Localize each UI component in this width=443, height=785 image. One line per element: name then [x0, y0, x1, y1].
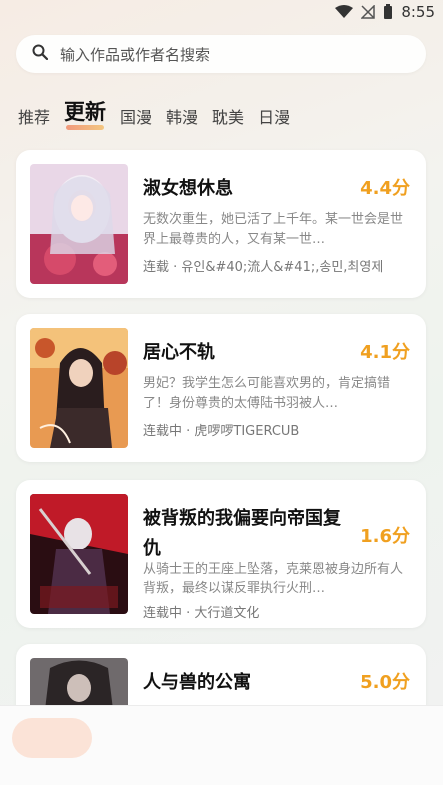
status-bar: 8:55 [0, 0, 443, 24]
tab-hanman[interactable]: 韩漫 [166, 104, 198, 128]
comic-meta: 连载中 · 大行道文化 [143, 606, 260, 621]
comic-score: 4.4分 [360, 178, 410, 199]
comic-card[interactable]: 被背叛的我偏要向帝国复仇 1.6分 从骑士王的王座上坠落，克莱恩被身边所有人背叛… [16, 480, 426, 628]
search-icon [32, 44, 49, 64]
tab-update[interactable]: 更新 [64, 96, 106, 130]
comic-desc: 从骑士王的王座上坠落，克莱恩被身边所有人背叛，最终以谋反罪执行火刑… [143, 562, 404, 596]
bottom-nav-pill[interactable] [12, 718, 92, 758]
wifi-icon [335, 5, 354, 19]
comic-score: 4.1分 [360, 342, 410, 363]
tab-guoman[interactable]: 国漫 [120, 104, 152, 128]
battery-icon [383, 4, 393, 20]
comic-score: 1.6分 [360, 526, 410, 547]
comic-title: 人与兽的公寓 [143, 672, 251, 693]
comic-cover[interactable] [30, 328, 128, 448]
category-tabs: 推荐 更新 国漫 韩漫 耽美 日漫 [18, 96, 290, 130]
status-time: 8:55 [401, 3, 435, 21]
comic-cover[interactable] [30, 494, 128, 614]
comic-title: 被背叛的我偏要向帝国复仇 [143, 508, 341, 559]
comic-meta: 连载中 · 虎啰啰TIGERCUB [143, 424, 300, 439]
tab-danmei[interactable]: 耽美 [212, 104, 244, 128]
comic-cover[interactable] [30, 164, 128, 284]
comic-card[interactable]: 居心不轨 4.1分 男妃？我学生怎么可能喜欢男的，肯定搞错了！身份尊贵的太傅陆书… [16, 314, 426, 462]
comic-card[interactable]: 淑女想休息 4.4分 无数次重生，她已活了上千年。某一世会是世界上最尊贵的人，又… [16, 150, 426, 298]
search-input[interactable]: 输入作品或作者名搜索 [60, 44, 210, 65]
comic-desc: 男妃？我学生怎么可能喜欢男的，肯定搞错了！身份尊贵的太傅陆书羽被人… [143, 376, 391, 411]
tab-recommend[interactable]: 推荐 [18, 104, 50, 128]
comic-desc: 无数次重生，她已活了上千年。某一世会是世界上最尊贵的人，又有某一世… [143, 212, 404, 247]
tab-riman[interactable]: 日漫 [258, 104, 290, 128]
comic-title: 淑女想休息 [143, 178, 233, 199]
signal-icon [361, 5, 376, 19]
comic-meta: 连载 · 유인&#40;流人&#41;,송민,최영제 [143, 260, 384, 275]
search-bar[interactable]: 输入作品或作者名搜索 [16, 35, 426, 73]
bottom-nav [0, 705, 443, 785]
comic-title: 居心不轨 [143, 342, 215, 363]
comic-score: 5.0分 [360, 672, 410, 693]
